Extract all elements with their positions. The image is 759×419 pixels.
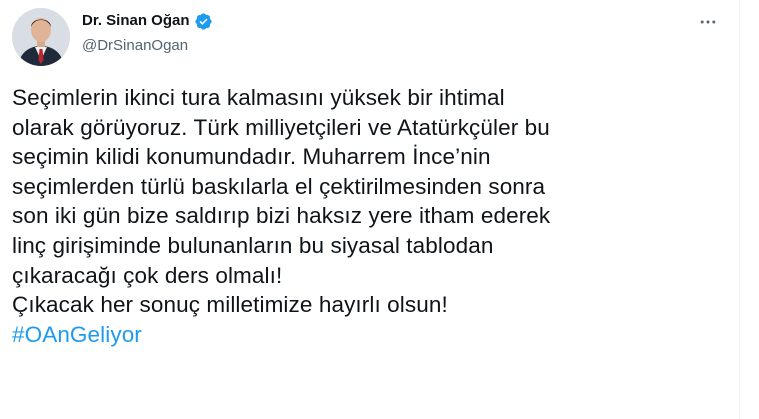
tweet-text-line: çıkaracağı çok ders olmalı! — [12, 262, 283, 288]
tweet-text-line: Seçimlerin ikinci tura kalmasını yüksek … — [12, 85, 505, 110]
tweet-text-line: son iki gün bize saldırıp bizi haksız ye… — [12, 203, 551, 229]
tweet-text-line: seçimin kilidi konumundadır. Muharrem İn… — [12, 144, 491, 170]
display-name[interactable]: Dr. Sinan Oğan — [82, 11, 190, 31]
profile-photo-icon — [12, 8, 70, 66]
tweet-text-line: Çıkacak her sonuç milletimize hayırlı ol… — [12, 292, 448, 318]
tweet-text-line: seçimlerden türlü baskılarla el çektiril… — [12, 173, 546, 199]
tweet-card: Dr. Sinan Oğan @DrSinanOgan Seçimlerin i… — [0, 0, 740, 419]
avatar[interactable] — [12, 8, 70, 66]
tweet-text-line: linç girişiminde bulunanların bu siyasal… — [12, 232, 494, 258]
tweet-text-line: olarak görüyoruz. Türk milliyetçileri ve… — [12, 114, 550, 140]
verified-badge-icon — [194, 12, 213, 31]
author-handle[interactable]: @DrSinanOgan — [82, 36, 188, 56]
hashtag-link[interactable]: #OAnGeliyor — [12, 322, 142, 347]
ellipsis-icon — [700, 20, 716, 24]
author-name-row: Dr. Sinan Oğan — [82, 11, 213, 31]
tweet-text: Seçimlerin ikinci tura kalmasını yüksek … — [12, 83, 730, 349]
more-options-button[interactable] — [692, 8, 724, 36]
